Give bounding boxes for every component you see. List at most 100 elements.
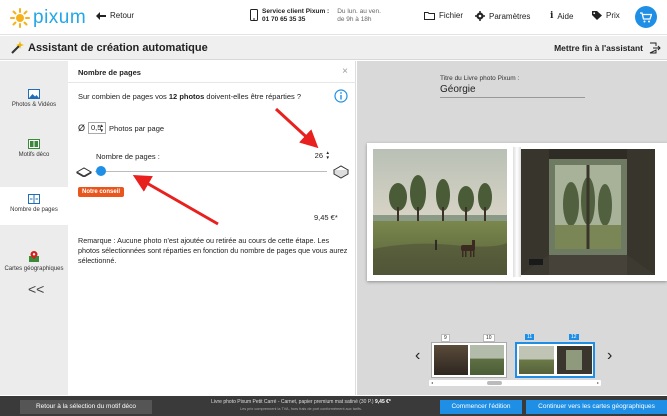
pages-dialog: Nombre de pages × Sur combien de pages v… (68, 61, 356, 395)
price-menu[interactable]: Prix (592, 11, 620, 20)
sun-logo-icon (10, 8, 30, 28)
dialog-header: Nombre de pages × (68, 61, 356, 83)
scrollbar-knob[interactable] (487, 381, 502, 385)
interior-photo-image (521, 149, 655, 275)
close-icon[interactable]: × (342, 66, 348, 77)
end-assistant-link[interactable]: Mettre fin à l'assistant (554, 43, 643, 53)
service-days: Du lun. au ven. (337, 8, 381, 15)
photo-count: 12 photos (168, 92, 205, 101)
tag-icon (592, 11, 602, 20)
back-to-motifs-button[interactable]: Retour à la sélection du motif déco (20, 400, 152, 414)
thumbnail-next-button[interactable]: › (607, 347, 612, 365)
pixum-logo[interactable]: pixum (10, 7, 86, 29)
start-editing-button[interactable]: Commencer l'édition (440, 400, 522, 414)
stepper-arrows-icon[interactable]: ▲ ▼ (326, 150, 330, 160)
book-preview: Titre du Livre photo Pixum : Géorgie ‹ ›… (357, 61, 667, 395)
sidebar-item-motifs[interactable]: Motifs déco (0, 139, 68, 158)
thin-book-icon (76, 167, 92, 177)
bottom-bar: Retour à la sélection du motif déco Livr… (0, 396, 667, 416)
arrow-left-icon (96, 11, 106, 20)
service-phone: 01 70 65 35 35 (262, 16, 306, 23)
file-menu[interactable]: Fichier (424, 11, 463, 20)
price-value: 9,45 €* (314, 213, 338, 222)
right-page-photo[interactable] (521, 149, 655, 275)
exit-icon[interactable] (649, 42, 661, 54)
sidebar-item-pages[interactable]: Nombre de pages (0, 187, 68, 225)
service-hours: de 9h à 18h (337, 16, 372, 23)
landscape-photo-image (373, 149, 507, 275)
thumbnail-spread-selected[interactable] (515, 342, 595, 378)
assistant-title-bar: Assistant de création automatique Mettre… (0, 36, 667, 60)
thumbnail-image (557, 346, 592, 374)
product-price: 9,45 €* (375, 399, 391, 405)
cart-icon (640, 11, 652, 22)
page-title: Assistant de création automatique (28, 42, 208, 54)
service-title: Service client Pixum : (262, 8, 330, 15)
product-line: Livre photo Pixum Petit Carré - Carnet, … (211, 399, 374, 405)
info-icon: i (550, 11, 554, 21)
page-number: 10 (483, 334, 495, 342)
cart-button[interactable] (635, 6, 657, 28)
thumbnail-spread[interactable] (431, 342, 507, 378)
sidebar-item-photos[interactable]: Photos & Vidéos (0, 89, 68, 108)
layout-icon (28, 139, 40, 149)
pages-label: Nombre de pages : (96, 152, 160, 161)
book-title-label: Titre du Livre photo Pixum : (440, 75, 520, 82)
thick-book-icon (333, 165, 349, 179)
pages-stepper[interactable]: 26 ▲ ▼ (308, 150, 330, 162)
sidebar: Photos & Vidéos Motifs déco Nombre de pa… (0, 61, 68, 395)
settings-menu[interactable]: Paramètres (475, 11, 530, 21)
product-info: Livre photo Pixum Petit Carré - Carnet, … (172, 399, 430, 413)
sidebar-item-label: Cartes géographiques (4, 266, 64, 272)
back-button[interactable]: Retour (96, 11, 134, 20)
thumbnail-image (519, 346, 554, 374)
thumbnail-image (434, 345, 468, 375)
scroll-right-icon[interactable]: ▸ (597, 380, 599, 385)
phone-icon (250, 9, 258, 21)
photos-per-page: Ø 0,5 ▲ ▼ Photos par page (78, 122, 164, 134)
folder-icon (424, 12, 435, 20)
thumbnail-prev-button[interactable]: ‹ (415, 347, 420, 365)
settings-label: Paramètres (489, 11, 531, 21)
help-menu[interactable]: i Aide (550, 11, 573, 21)
help-label: Aide (557, 11, 574, 21)
info-circle-icon[interactable] (334, 89, 348, 103)
book-title-input[interactable]: Géorgie (440, 84, 585, 98)
sidebar-item-label: Motifs déco (18, 152, 50, 158)
map-pin-icon (29, 251, 39, 262)
scroll-left-icon[interactable]: ◂ (431, 380, 433, 385)
service-contact: Service client Pixum : 01 70 65 35 35 Du… (250, 8, 381, 24)
magic-wand-icon (11, 41, 24, 54)
price-label: Prix (606, 11, 620, 20)
collapse-sidebar-button[interactable]: << (28, 281, 44, 297)
page-number: 9 (441, 334, 450, 342)
photos-per-page-stepper[interactable]: 0,5 ▲ ▼ (88, 122, 107, 134)
question-text: Sur combien de pages vos 12 photos doive… (78, 92, 302, 101)
stepper-arrows-icon[interactable]: ▲ ▼ (100, 123, 104, 133)
photo-icon (28, 89, 40, 99)
sidebar-item-maps[interactable]: Cartes géographiques (0, 251, 68, 272)
page-number: 12 (569, 334, 579, 340)
logo-text: pixum (33, 7, 87, 28)
recommendation-badge: Notre conseil (78, 187, 125, 197)
gear-icon (475, 11, 485, 21)
pages-slider-track[interactable] (95, 171, 327, 172)
continue-to-maps-button[interactable]: Continuer vers les cartes géographiques (526, 400, 667, 414)
page-number: 11 (525, 334, 535, 340)
pages-icon (28, 194, 40, 204)
dialog-title: Nombre de pages (78, 68, 141, 77)
thumbnail-scrollbar[interactable]: ◂ ▸ (429, 380, 601, 386)
back-label: Retour (110, 11, 135, 20)
sidebar-item-label: Nombre de pages (10, 207, 58, 213)
tax-note: Les prix comprennent la TVA, hors frais … (239, 407, 363, 411)
sidebar-item-label: Photos & Vidéos (11, 102, 57, 108)
pages-slider-thumb[interactable] (96, 166, 106, 176)
average-symbol: Ø (78, 123, 86, 133)
left-page-photo[interactable] (373, 149, 507, 275)
file-label: Fichier (439, 11, 464, 20)
remark-text: Remarque : Aucune photo n'est ajoutée ou… (78, 236, 348, 265)
photos-per-page-label: Photos par page (109, 123, 165, 133)
book-spine (513, 147, 521, 277)
top-bar: pixum Retour Service client Pixum : 01 7… (0, 0, 667, 35)
book-spread[interactable] (367, 143, 667, 281)
